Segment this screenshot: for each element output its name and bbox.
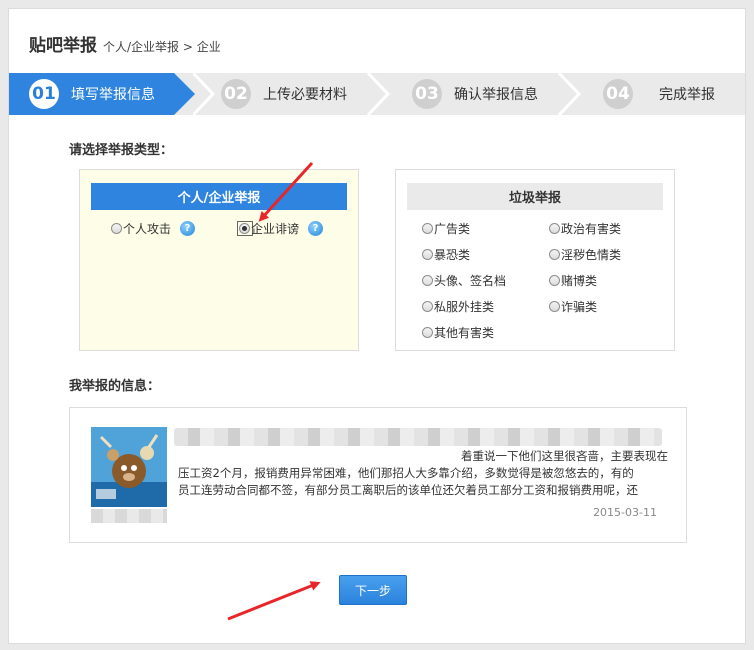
option-private-server[interactable]: 私服外挂类: [422, 298, 494, 315]
option-label: 广告类: [434, 222, 471, 236]
page-header: 贴吧举报 个人/企业举报 > 企业: [29, 31, 221, 56]
help-icon[interactable]: ?: [308, 221, 324, 236]
personal-report-box: 个人/企业举报 个人攻击 ? 企业诽谤 ?: [79, 169, 359, 351]
option-label: 企业诽谤: [251, 222, 300, 236]
option-gambling[interactable]: 赌博类: [549, 272, 597, 289]
spam-report-title: 垃圾举报: [407, 183, 663, 210]
redacted-title: [174, 428, 662, 446]
post-content: 着重说一下他们这里很吝啬，主要表现在 压工资2个月，报销费用异常困难，他们那招人…: [178, 448, 668, 499]
step-4: 04 完成举报: [603, 73, 715, 115]
breadcrumb[interactable]: 个人/企业举报 > 企业: [103, 38, 221, 55]
user-avatar: [91, 427, 167, 507]
option-political[interactable]: 政治有害类: [549, 220, 621, 237]
option-label: 淫秽色情类: [561, 248, 622, 262]
step-number: 02: [221, 79, 251, 109]
radio-other-harmful[interactable]: [422, 327, 433, 338]
radio-fraud[interactable]: [549, 301, 560, 312]
step-label: 上传必要材料: [263, 87, 347, 103]
option-other-harmful[interactable]: 其他有害类: [422, 324, 494, 341]
radio-enterprise-defamation[interactable]: [239, 223, 250, 234]
radio-porn[interactable]: [549, 249, 560, 260]
option-fraud[interactable]: 诈骗类: [549, 298, 597, 315]
option-label: 诈骗类: [561, 300, 598, 314]
option-enterprise-defamation[interactable]: 企业诽谤 ?: [237, 220, 324, 237]
step-label: 填写举报信息: [71, 87, 155, 103]
help-icon[interactable]: ?: [180, 221, 196, 236]
step-separator-chevron: [366, 73, 390, 115]
post-line: 压工资2个月，报销费用异常困难，他们那招人大多靠介绍，多数觉得是被忽悠去的，有的: [178, 466, 634, 480]
radio-ads[interactable]: [422, 223, 433, 234]
radio-political[interactable]: [549, 223, 560, 234]
option-ads[interactable]: 广告类: [422, 220, 470, 237]
step-label: 确认举报信息: [454, 87, 538, 103]
option-label: 私服外挂类: [434, 300, 495, 314]
page-title: 贴吧举报: [29, 36, 97, 56]
option-label: 其他有害类: [434, 326, 495, 340]
step-2: 02 上传必要材料: [221, 73, 347, 115]
option-label: 赌博类: [561, 274, 598, 288]
step-separator-chevron: [193, 73, 216, 115]
reported-post-box: 着重说一下他们这里很吝啬，主要表现在 压工资2个月，报销费用异常困难，他们那招人…: [69, 407, 687, 543]
option-terror[interactable]: 暴恐类: [422, 246, 470, 263]
radio-personal-attack[interactable]: [111, 223, 122, 234]
step-3: 03 确认举报信息: [412, 73, 538, 115]
spam-report-box: 垃圾举报 广告类 政治有害类 暴恐类 淫秽色情类 头像、签名档 赌博类 私服外挂…: [395, 169, 675, 351]
report-card: 贴吧举报 个人/企业举报 > 企业 01 填写举报信息 02 上传必要材料 03…: [8, 8, 746, 644]
option-avatar-signature[interactable]: 头像、签名档: [422, 272, 506, 289]
step-progress-bar: 01 填写举报信息 02 上传必要材料 03 确认举报信息 04 完成举报: [9, 73, 745, 115]
step-number: 03: [412, 79, 442, 109]
radio-avatar-signature[interactable]: [422, 275, 433, 286]
radio-terror[interactable]: [422, 249, 433, 260]
post-date: 2015-03-11: [593, 506, 657, 519]
option-personal-attack[interactable]: 个人攻击 ?: [111, 220, 196, 237]
radio-gambling[interactable]: [549, 275, 560, 286]
step-number: 01: [29, 79, 59, 109]
personal-report-title: 个人/企业举报: [91, 183, 347, 210]
step-number: 04: [603, 79, 633, 109]
option-porn[interactable]: 淫秽色情类: [549, 246, 621, 263]
option-label: 头像、签名档: [434, 274, 507, 288]
step-label: 完成举报: [659, 87, 715, 103]
avatar-image: [91, 427, 167, 507]
option-label: 暴恐类: [434, 248, 471, 262]
step-1: 01 填写举报信息: [29, 73, 155, 115]
report-type-label: 请选择举报类型：: [69, 143, 174, 158]
post-line: 着重说一下他们这里很吝啬，主要表现在: [461, 449, 668, 463]
radio-private-server[interactable]: [422, 301, 433, 312]
my-report-info-label: 我举报的信息：: [69, 379, 161, 394]
username-redacted: [91, 509, 167, 523]
post-line: 员工连劳动合同都不签，有部分员工离职后的该单位还欠着员工部分工资和报销费用呢，还: [178, 483, 638, 497]
next-step-button[interactable]: 下一步: [339, 575, 407, 605]
option-label: 政治有害类: [561, 222, 622, 236]
option-label: 个人攻击: [123, 222, 172, 236]
step-separator-chevron: [557, 73, 581, 115]
